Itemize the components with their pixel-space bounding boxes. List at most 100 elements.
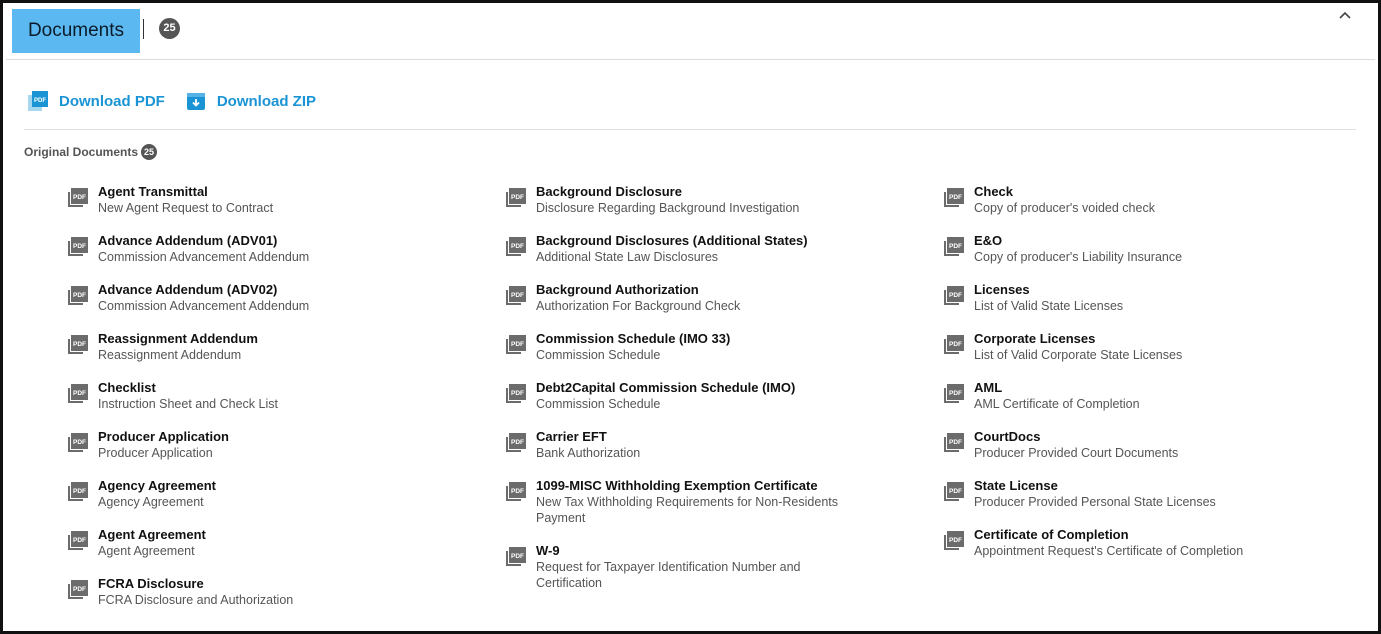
download-pdf-button[interactable]: PDF Download PDF bbox=[27, 90, 165, 112]
document-subtitle: List of Valid Corporate State Licenses bbox=[974, 348, 1183, 362]
pdf-file-icon[interactable]: PDF bbox=[943, 529, 965, 551]
document-subtitle: Agent Agreement bbox=[98, 544, 195, 558]
document-item[interactable]: PDF Checklist Instruction Sheet and Check … bbox=[67, 379, 487, 412]
document-subtitle: New Tax Withholding Requirements for Non… bbox=[536, 495, 838, 525]
pdf-file-icon[interactable]: PDF bbox=[67, 186, 89, 208]
document-item[interactable]: PDF Agent Transmittal New Agent Request to… bbox=[67, 183, 487, 216]
download-zip-button[interactable]: Download ZIP bbox=[185, 90, 316, 112]
svg-text:PDF: PDF bbox=[73, 488, 86, 495]
documents-column-3: PDF Check Copy of producer's voided check P… bbox=[943, 183, 1363, 575]
document-title[interactable]: Debt2Capital Commission Schedule (IMO) bbox=[536, 379, 856, 396]
pdf-file-icon[interactable]: PDF bbox=[67, 235, 89, 257]
document-item[interactable]: PDF Check Copy of producer's voided check bbox=[943, 183, 1363, 216]
document-item[interactable]: PDF Reassignment Addendum Reassignment Add… bbox=[67, 330, 487, 363]
svg-text:PDF: PDF bbox=[73, 439, 86, 446]
pdf-file-icon[interactable]: PDF bbox=[505, 382, 527, 404]
document-item[interactable]: PDF Producer Application Producer Applicat… bbox=[67, 428, 487, 461]
document-item[interactable]: PDF Certificate of Completion Appointment … bbox=[943, 526, 1363, 559]
document-item[interactable]: PDF Licenses List of Valid State Licenses bbox=[943, 281, 1363, 314]
pdf-file-icon[interactable]: PDF bbox=[505, 545, 527, 567]
document-item[interactable]: PDF Agency Agreement Agency Agreement bbox=[67, 477, 487, 510]
document-item[interactable]: PDF E&O Copy of producer's Liability Insur… bbox=[943, 232, 1363, 265]
pdf-file-icon[interactable]: PDF bbox=[943, 333, 965, 355]
document-text: CourtDocs Producer Provided Court Documen… bbox=[974, 428, 1294, 461]
document-title[interactable]: Corporate Licenses bbox=[974, 330, 1294, 347]
document-item[interactable]: PDF Background Authorization Authorization… bbox=[505, 281, 925, 314]
document-title[interactable]: Agent Transmittal bbox=[98, 183, 418, 200]
document-title[interactable]: 1099-MISC Withholding Exemption Certific… bbox=[536, 477, 856, 494]
pdf-icon: PDF bbox=[28, 91, 48, 111]
pdf-file-icon[interactable]: PDF bbox=[67, 480, 89, 502]
document-item[interactable]: PDF State License Producer Provided Person… bbox=[943, 477, 1363, 510]
svg-text:PDF: PDF bbox=[34, 98, 46, 104]
document-title[interactable]: Background Authorization bbox=[536, 281, 856, 298]
document-title[interactable]: CourtDocs bbox=[974, 428, 1294, 445]
document-item[interactable]: PDF Advance Addendum (ADV01) Commission Ad… bbox=[67, 232, 487, 265]
document-title[interactable]: Licenses bbox=[974, 281, 1294, 298]
document-title[interactable]: Advance Addendum (ADV02) bbox=[98, 281, 418, 298]
document-title[interactable]: AML bbox=[974, 379, 1294, 396]
document-text: Check Copy of producer's voided check bbox=[974, 183, 1294, 216]
pdf-file-icon[interactable]: PDF bbox=[67, 284, 89, 306]
document-title[interactable]: FCRA Disclosure bbox=[98, 575, 418, 592]
document-item[interactable]: PDF Debt2Capital Commission Schedule (IMO… bbox=[505, 379, 925, 412]
document-item[interactable]: PDF Background Disclosures (Additional St… bbox=[505, 232, 925, 265]
document-item[interactable]: PDF Carrier EFT Bank Authorization bbox=[505, 428, 925, 461]
chevron-up-icon[interactable] bbox=[1337, 8, 1353, 24]
panel-title[interactable]: Documents bbox=[12, 9, 140, 53]
download-zip-label: Download ZIP bbox=[216, 92, 316, 110]
documents-column-1: PDF Agent Transmittal New Agent Request to… bbox=[67, 183, 487, 624]
svg-text:PDF: PDF bbox=[73, 243, 86, 250]
document-title[interactable]: State License bbox=[974, 477, 1294, 494]
pdf-file-icon[interactable]: PDF bbox=[67, 333, 89, 355]
document-item[interactable]: PDF AML AML Certificate of Completion bbox=[943, 379, 1363, 412]
document-title[interactable]: Advance Addendum (ADV01) bbox=[98, 232, 418, 249]
pdf-file-icon[interactable]: PDF bbox=[505, 431, 527, 453]
document-title[interactable]: Check bbox=[974, 183, 1294, 200]
document-title[interactable]: Background Disclosure bbox=[536, 183, 856, 200]
document-title[interactable]: Commission Schedule (IMO 33) bbox=[536, 330, 856, 347]
pdf-file-icon[interactable]: PDF bbox=[505, 333, 527, 355]
document-item[interactable]: PDF Corporate Licenses List of Valid Corpo… bbox=[943, 330, 1363, 363]
svg-text:PDF: PDF bbox=[949, 390, 962, 397]
pdf-file-icon[interactable]: PDF bbox=[943, 284, 965, 306]
pdf-file-icon[interactable]: PDF bbox=[943, 382, 965, 404]
document-title[interactable]: W-9 bbox=[536, 542, 856, 559]
document-title[interactable]: Agent Agreement bbox=[98, 526, 418, 543]
svg-text:PDF: PDF bbox=[949, 439, 962, 446]
pdf-file-icon[interactable]: PDF bbox=[505, 186, 527, 208]
document-item[interactable]: PDF FCRA Disclosure FCRA Disclosure and Au… bbox=[67, 575, 487, 608]
document-subtitle: Agency Agreement bbox=[98, 495, 204, 509]
document-title[interactable]: E&O bbox=[974, 232, 1294, 249]
pdf-file-icon[interactable]: PDF bbox=[505, 284, 527, 306]
document-title[interactable]: Background Disclosures (Additional State… bbox=[536, 232, 856, 249]
pdf-file-icon[interactable]: PDF bbox=[67, 529, 89, 551]
document-item[interactable]: PDF 1099-MISC Withholding Exemption Certi… bbox=[505, 477, 925, 526]
pdf-file-icon[interactable]: PDF bbox=[943, 480, 965, 502]
document-item[interactable]: PDF W-9 Request for Taxpayer Identificatio… bbox=[505, 542, 925, 591]
document-text: Reassignment Addendum Reassignment Addend… bbox=[98, 330, 418, 363]
document-title[interactable]: Reassignment Addendum bbox=[98, 330, 418, 347]
pdf-file-icon[interactable]: PDF bbox=[505, 235, 527, 257]
pdf-file-icon[interactable]: PDF bbox=[67, 431, 89, 453]
document-item[interactable]: PDF Commission Schedule (IMO 33) Commissio… bbox=[505, 330, 925, 363]
document-title[interactable]: Carrier EFT bbox=[536, 428, 856, 445]
document-item[interactable]: PDF CourtDocs Producer Provided Court Docu… bbox=[943, 428, 1363, 461]
pdf-file-icon[interactable]: PDF bbox=[505, 480, 527, 502]
document-subtitle: Appointment Request's Certificate of Com… bbox=[974, 544, 1244, 558]
document-title[interactable]: Checklist bbox=[98, 379, 418, 396]
document-item[interactable]: PDF Advance Addendum (ADV02) Commission Ad… bbox=[67, 281, 487, 314]
document-item[interactable]: PDF Agent Agreement Agent Agreement bbox=[67, 526, 487, 559]
document-title[interactable]: Producer Application bbox=[98, 428, 418, 445]
pdf-file-icon[interactable]: PDF bbox=[943, 431, 965, 453]
document-item[interactable]: PDF Background Disclosure Disclosure Regar… bbox=[505, 183, 925, 216]
document-title[interactable]: Certificate of Completion bbox=[974, 526, 1294, 543]
document-title[interactable]: Agency Agreement bbox=[98, 477, 418, 494]
document-subtitle: List of Valid State Licenses bbox=[974, 299, 1124, 313]
pdf-file-icon[interactable]: PDF bbox=[67, 578, 89, 600]
pdf-file-icon[interactable]: PDF bbox=[943, 235, 965, 257]
document-subtitle: Commission Advancement Addendum bbox=[98, 250, 310, 264]
pdf-file-icon[interactable]: PDF bbox=[67, 382, 89, 404]
pdf-file-icon[interactable]: PDF bbox=[943, 186, 965, 208]
document-subtitle: Reassignment Addendum bbox=[98, 348, 242, 362]
